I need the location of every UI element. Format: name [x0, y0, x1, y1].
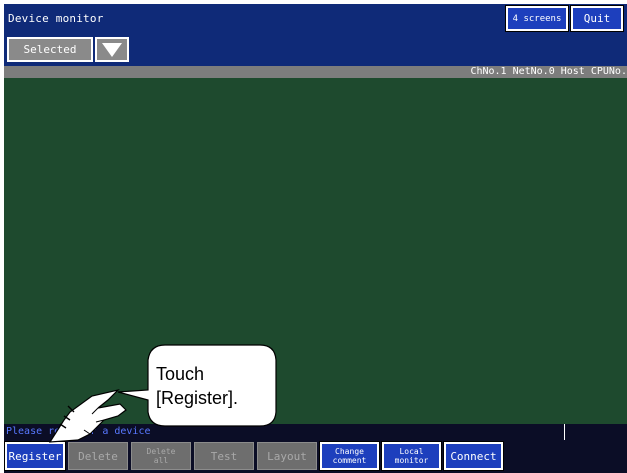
- four-screens-button[interactable]: 4 screens: [505, 5, 569, 32]
- status-bar: Please register a device: [4, 424, 627, 440]
- delete-label: Delete: [78, 449, 118, 463]
- layout-label: Layout: [267, 449, 307, 463]
- status-divider: [564, 424, 565, 440]
- window-title: Device monitor: [8, 12, 104, 25]
- connect-button[interactable]: Connect: [443, 441, 504, 471]
- triangle-down-icon: [102, 42, 122, 57]
- callout-line-1: Touch: [156, 364, 205, 384]
- quit-label: Quit: [583, 12, 611, 25]
- local-monitor-label-2: monitor: [394, 456, 429, 465]
- selector-row: Selected: [4, 34, 627, 66]
- delete-button[interactable]: Delete: [68, 442, 128, 470]
- callout-text: Touch [Register].: [156, 362, 238, 410]
- monitor-area: [4, 78, 627, 424]
- change-comment-button[interactable]: Change comment: [319, 441, 380, 471]
- change-comment-label-2: comment: [332, 456, 367, 465]
- status-message: Please register a device: [6, 426, 151, 437]
- local-monitor-button[interactable]: Local monitor: [381, 441, 442, 471]
- quit-button[interactable]: Quit: [570, 5, 624, 32]
- device-monitor-screen: Device monitor 4 screens Quit Selected C…: [4, 4, 627, 473]
- test-label: Test: [210, 449, 238, 463]
- connection-info: ChNo.1 NetNo.0 Host CPUNo.0: [470, 66, 627, 77]
- layout-button[interactable]: Layout: [257, 442, 317, 470]
- delete-all-label-2: all: [153, 456, 169, 465]
- connection-info-strip: ChNo.1 NetNo.0 Host CPUNo.0: [4, 66, 627, 78]
- selected-button[interactable]: Selected: [7, 37, 93, 62]
- change-comment-label-1: Change: [335, 447, 364, 456]
- connect-label: Connect: [450, 449, 497, 463]
- delete-all-label-1: Delete: [146, 447, 176, 456]
- dropdown-button[interactable]: [95, 37, 129, 62]
- selected-label: Selected: [23, 43, 77, 56]
- register-label: Register: [8, 449, 62, 463]
- four-screens-label: 4 screens: [512, 13, 562, 24]
- register-button[interactable]: Register: [4, 441, 66, 471]
- test-button[interactable]: Test: [194, 442, 254, 470]
- title-bar: Device monitor 4 screens Quit: [4, 4, 627, 34]
- callout-line-2: [Register].: [156, 388, 239, 408]
- bottom-button-bar: Register Delete Delete all Test Layout C…: [4, 440, 627, 473]
- delete-all-button[interactable]: Delete all: [131, 442, 191, 470]
- local-monitor-label-1: Local: [399, 447, 424, 456]
